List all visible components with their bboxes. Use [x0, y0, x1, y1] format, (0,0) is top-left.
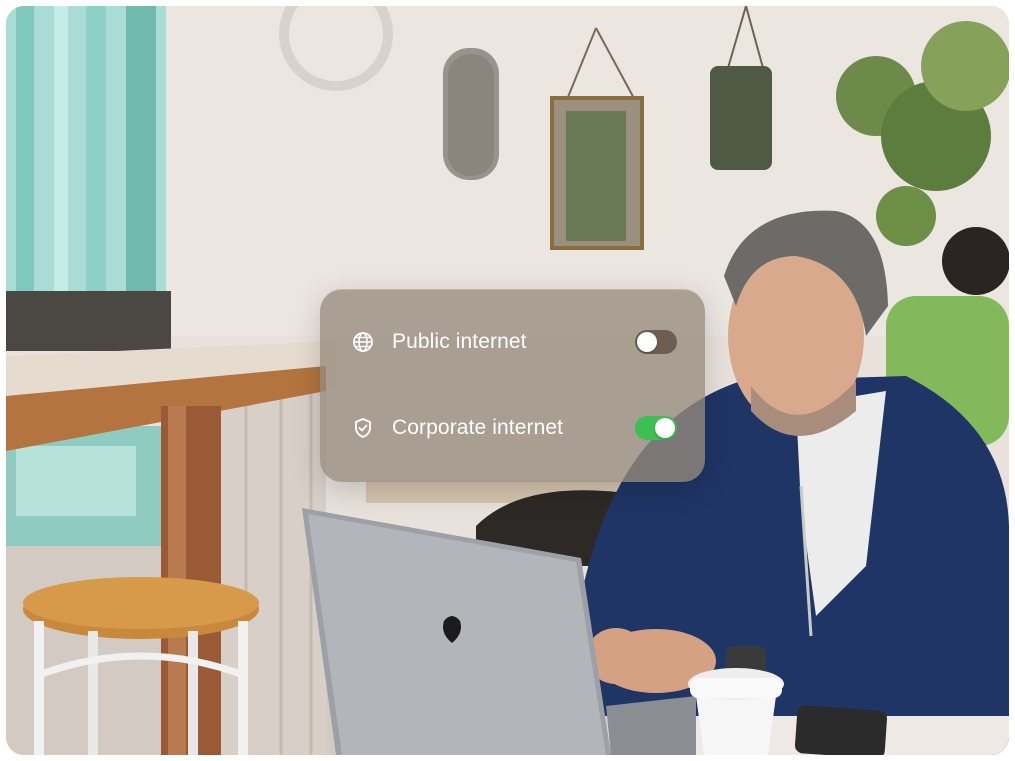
toggle-knob	[655, 418, 675, 438]
photo-frame: Public internet Corporate internet	[6, 6, 1009, 755]
network-selection-panel: Public internet Corporate internet	[320, 289, 705, 482]
public-internet-toggle[interactable]	[635, 330, 677, 354]
network-option-label: Corporate internet	[392, 416, 564, 439]
globe-icon	[352, 331, 374, 353]
network-option-corporate[interactable]: Corporate internet	[352, 408, 677, 448]
network-option-label: Public internet	[392, 330, 527, 353]
corporate-internet-toggle[interactable]	[635, 416, 677, 440]
shield-check-icon	[352, 417, 374, 439]
toggle-knob	[637, 332, 657, 352]
network-option-public[interactable]: Public internet	[352, 322, 677, 362]
